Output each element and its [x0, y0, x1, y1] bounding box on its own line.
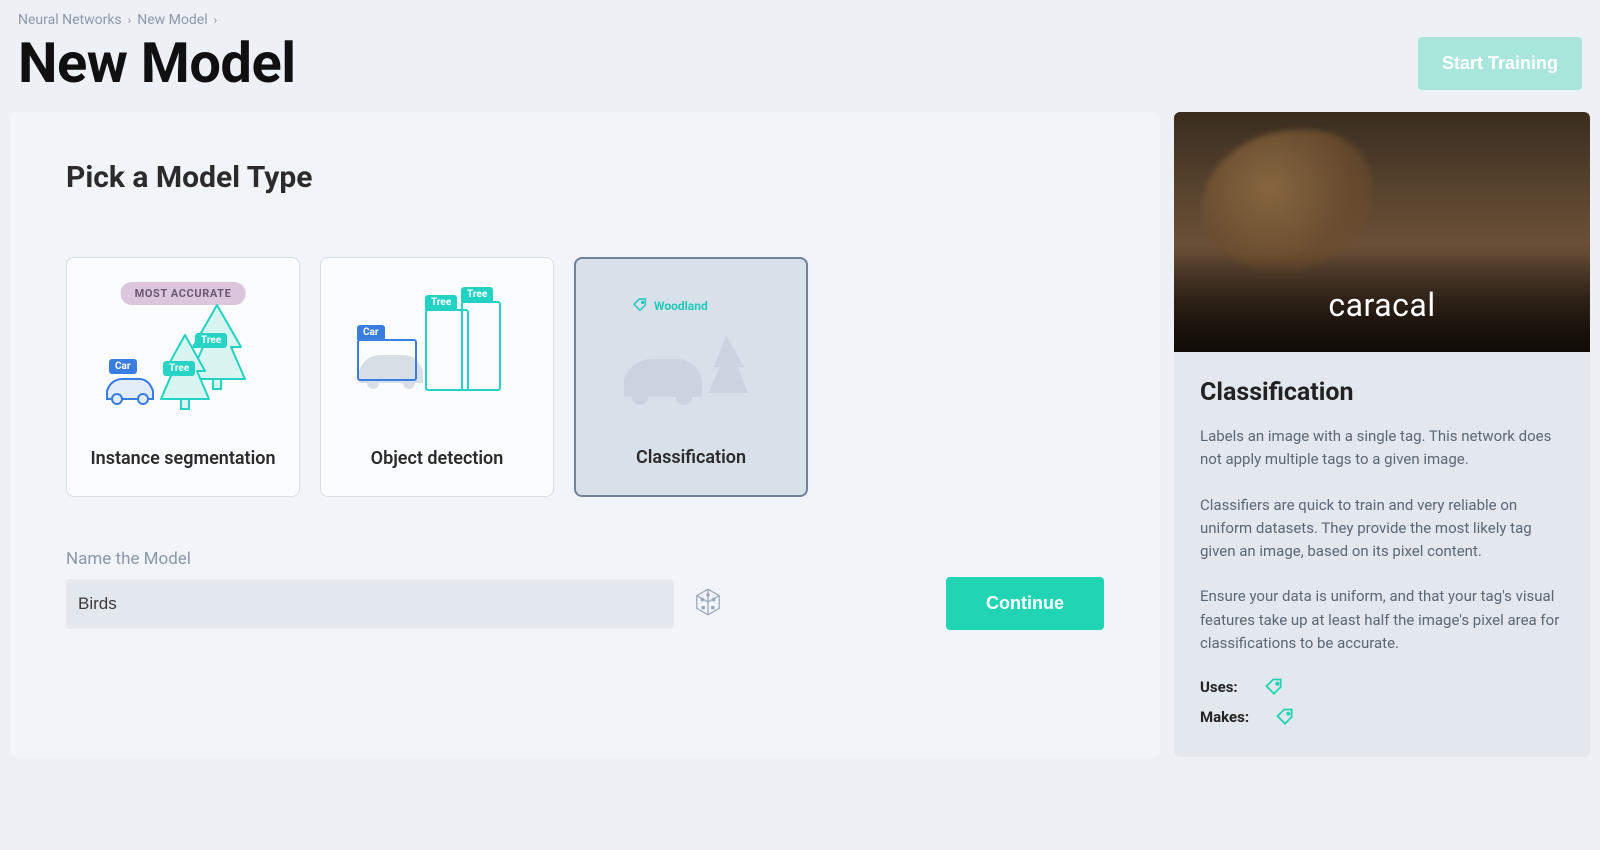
start-training-button[interactable]: Start Training	[1418, 37, 1582, 90]
illus-label-tree: Tree	[461, 287, 493, 302]
tag-icon	[1275, 707, 1295, 727]
main-panel: Pick a Model Type MOST ACCURATE Tree	[10, 112, 1160, 757]
side-title: Classification	[1200, 378, 1564, 407]
side-description-1: Labels an image with a single tag. This …	[1200, 425, 1564, 472]
card-label: Object detection	[371, 448, 504, 471]
breadcrumb: Neural Networks › New Model ›	[10, 12, 1590, 28]
tag-icon	[1264, 677, 1284, 697]
side-preview-image: caracal	[1174, 112, 1590, 352]
side-image-caption: caracal	[1328, 286, 1435, 352]
breadcrumb-item-neural-networks[interactable]: Neural Networks	[18, 12, 122, 28]
illus-label-car: Car	[357, 325, 385, 340]
side-panel: caracal Classification Labels an image w…	[1174, 112, 1590, 757]
card-illustration: Tree Tree	[81, 276, 285, 440]
card-illustration: Woodland	[590, 277, 792, 439]
model-type-card-classification[interactable]: Woodland Cl	[574, 257, 808, 497]
card-label: Classification	[636, 447, 746, 470]
chevron-right-icon: ›	[214, 13, 218, 27]
page-title: New Model	[18, 30, 296, 96]
breadcrumb-item-new-model[interactable]: New Model	[137, 12, 207, 28]
uses-label: Uses:	[1200, 678, 1238, 696]
side-description-2: Classifiers are quick to train and very …	[1200, 494, 1564, 564]
dice-icon[interactable]	[692, 586, 724, 622]
model-type-cards: MOST ACCURATE Tree	[66, 257, 1104, 497]
side-description-3: Ensure your data is uniform, and that yo…	[1200, 585, 1564, 655]
illus-label-tree: Tree	[425, 295, 457, 310]
illus-tag-label: Woodland	[654, 299, 708, 313]
section-title-pick-model-type: Pick a Model Type	[66, 160, 1104, 195]
makes-label: Makes:	[1200, 708, 1249, 726]
card-label: Instance segmentation	[90, 448, 275, 471]
chevron-right-icon: ›	[128, 13, 132, 27]
model-type-card-object-detection[interactable]: Tree Tree Car Object detection	[320, 257, 554, 497]
continue-button[interactable]: Continue	[946, 577, 1104, 630]
illus-label-car: Car	[109, 359, 137, 374]
illus-label-tree: Tree	[163, 361, 195, 376]
model-type-card-instance-segmentation[interactable]: MOST ACCURATE Tree	[66, 257, 300, 497]
tag-icon	[632, 297, 648, 316]
card-illustration: Tree Tree Car	[335, 276, 539, 440]
name-model-label: Name the Model	[66, 549, 1104, 569]
model-name-input[interactable]	[66, 579, 674, 629]
